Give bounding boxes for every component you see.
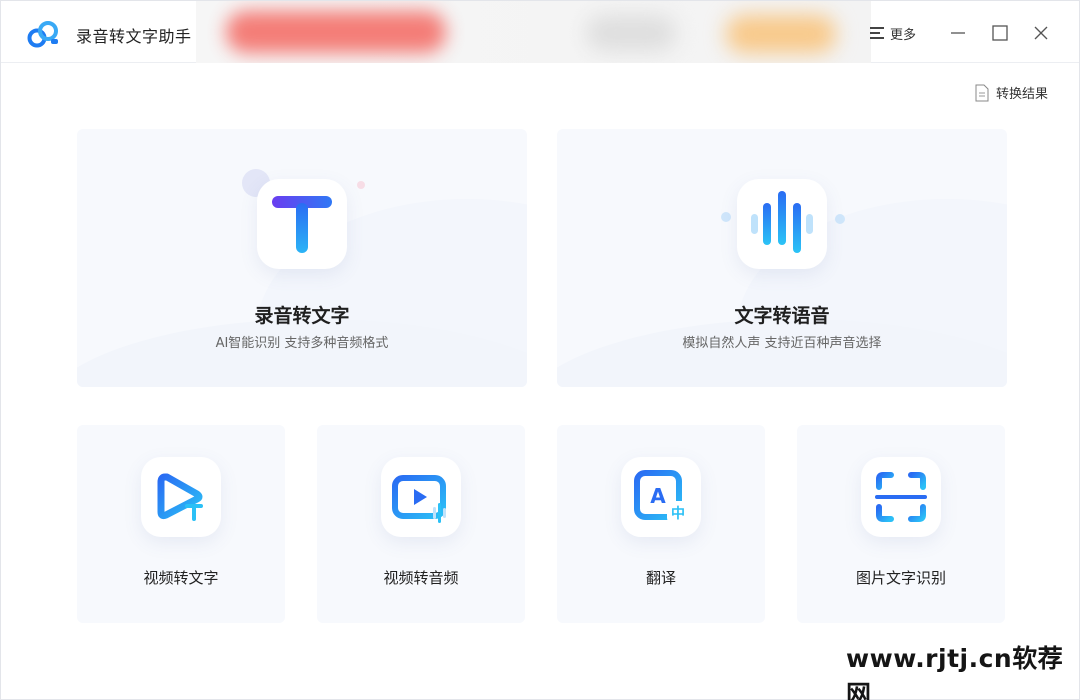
card-subtitle: AI智能识别 支持多种音频格式 <box>215 336 389 351</box>
card-subtitle: 模拟自然人声 支持近百种声音选择 <box>682 336 882 351</box>
video-to-text-icon <box>141 457 221 537</box>
card-title: 录音转文字 <box>254 305 350 327</box>
translate-icon: A 中 <box>621 457 701 537</box>
card-title: 视频转音频 <box>383 569 459 587</box>
app-window: 录音转文字助手 更多 转换结果 录音转文字 AI智能识别 支持多种音频格式 文字… <box>0 0 1080 700</box>
maximize-icon[interactable] <box>988 21 1012 45</box>
text-t-icon <box>257 179 347 269</box>
minimize-icon[interactable] <box>946 21 970 45</box>
more-label: 更多 <box>890 27 917 43</box>
close-icon[interactable] <box>1029 21 1053 45</box>
feature-card-video-to-audio[interactable]: 视频转音频 <box>317 425 525 623</box>
svg-text:A: A <box>650 484 666 508</box>
soundwave-icon <box>737 179 827 269</box>
ad-banner[interactable] <box>196 1 871 63</box>
feature-card-video-to-text[interactable]: 视频转文字 <box>77 425 285 623</box>
video-to-audio-icon <box>381 457 461 537</box>
conversion-results-link[interactable]: 转换结果 <box>974 83 1048 102</box>
app-title: 录音转文字助手 <box>76 27 192 46</box>
watermark: www.rjtj.cn软荐网 <box>846 644 1064 700</box>
conversion-results-label: 转换结果 <box>996 87 1049 102</box>
app-logo-icon <box>27 21 58 48</box>
feature-card-translate[interactable]: A 中 翻译 <box>557 425 765 623</box>
card-title: 文字转语音 <box>734 305 830 327</box>
more-menu-button[interactable]: 更多 <box>870 23 916 43</box>
image-ocr-icon <box>861 457 941 537</box>
card-title: 图片文字识别 <box>855 569 946 587</box>
svg-text:中: 中 <box>671 505 685 522</box>
menu-icon <box>870 27 884 39</box>
feature-card-image-ocr[interactable]: 图片文字识别 <box>797 425 1005 623</box>
card-title: 视频转文字 <box>143 569 219 587</box>
feature-card-text-to-speech[interactable]: 文字转语音 模拟自然人声 支持近百种声音选择 <box>557 129 1007 387</box>
card-title: 翻译 <box>645 569 676 587</box>
title-bar: 录音转文字助手 更多 <box>1 1 1079 63</box>
document-icon <box>975 84 989 101</box>
feature-card-audio-to-text[interactable]: 录音转文字 AI智能识别 支持多种音频格式 <box>77 129 527 387</box>
